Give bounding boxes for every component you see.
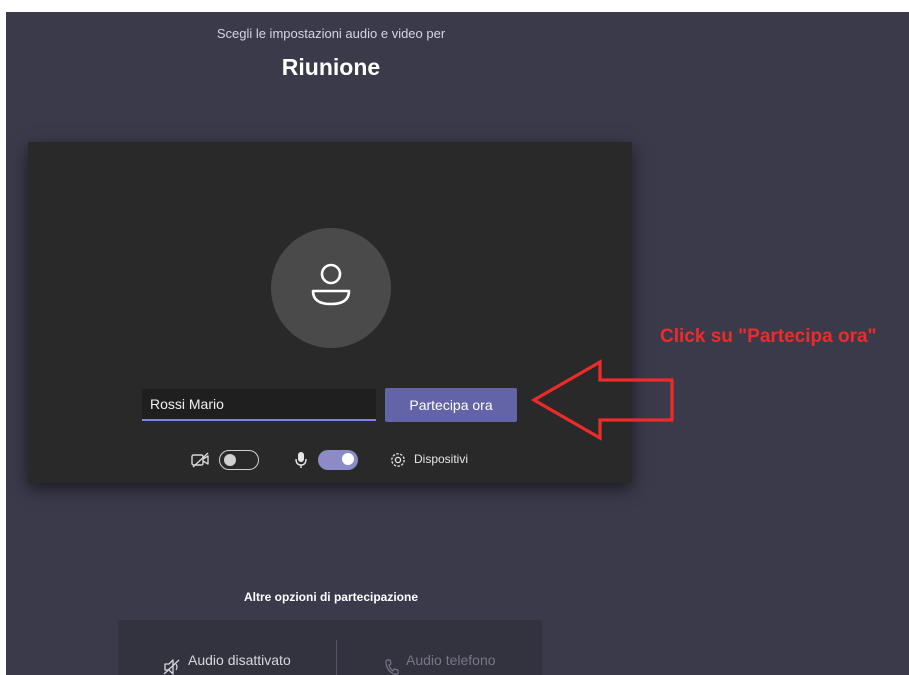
camera-toggle[interactable] bbox=[219, 450, 259, 470]
other-join-options: Audio disattivato Audio telefono bbox=[118, 620, 542, 675]
settings-subtitle: Scegli le impostazioni audio e video per bbox=[216, 26, 446, 41]
annotation-text: Click su "Partecipa ora" bbox=[660, 326, 877, 347]
speaker-off-icon bbox=[163, 659, 180, 675]
options-divider bbox=[336, 640, 337, 675]
other-join-options-label: Altre opzioni di partecipazione bbox=[243, 590, 419, 604]
camera-off-icon bbox=[191, 452, 209, 468]
gear-icon[interactable] bbox=[388, 450, 408, 470]
audio-off-option[interactable]: Audio disattivato bbox=[188, 652, 291, 668]
name-input[interactable] bbox=[142, 389, 376, 421]
arrow-annotation-icon bbox=[530, 359, 674, 441]
microphone-toggle-knob bbox=[342, 453, 354, 465]
devices-button[interactable]: Dispositivi bbox=[414, 452, 468, 466]
avatar bbox=[271, 228, 391, 348]
join-now-button[interactable]: Partecipa ora bbox=[385, 388, 517, 422]
meeting-title: Riunione bbox=[281, 54, 381, 80]
media-controls: Dispositivi bbox=[28, 448, 632, 472]
microphone-icon bbox=[295, 452, 307, 468]
camera-toggle-knob bbox=[224, 453, 236, 466]
phone-icon bbox=[385, 659, 399, 675]
phone-audio-option[interactable]: Audio telefono bbox=[406, 652, 496, 668]
microphone-toggle[interactable] bbox=[318, 450, 358, 470]
person-icon bbox=[311, 263, 351, 306]
meeting-prejoin-screen: Scegli le impostazioni audio e video per… bbox=[6, 12, 909, 675]
